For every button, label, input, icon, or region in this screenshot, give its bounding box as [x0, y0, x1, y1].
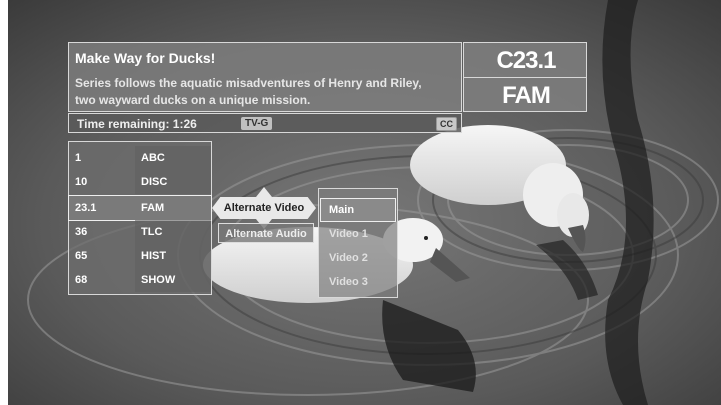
time-remaining: Time remaining: 1:26 [77, 117, 197, 131]
channel-row-36[interactable]: 36 TLC [69, 220, 211, 244]
channel-row-65[interactable]: 65 HIST [69, 244, 211, 268]
program-title: Make Way for Ducks! [75, 50, 216, 66]
alternate-audio-option[interactable]: Alternate Audio [218, 223, 314, 243]
video-option-label: Video 1 [329, 228, 368, 240]
video-option-main[interactable]: Main [320, 198, 396, 222]
channel-row-23-1[interactable]: 23.1 FAM [68, 195, 212, 221]
status-bar: Time remaining: 1:26 TV-G CC [68, 113, 462, 133]
channel-row-name: SHOW [141, 274, 176, 286]
alternate-video-label: Alternate Video [223, 202, 305, 214]
channel-row-number: 1 [75, 152, 82, 164]
current-channel-name: FAM [502, 82, 551, 109]
program-info-panel: Make Way for Ducks! Series follows the a… [68, 42, 462, 112]
video-option-1[interactable]: Video 1 [321, 223, 395, 245]
channel-row-number: 23.1 [75, 202, 97, 214]
video-options-list: Main Video 1 Video 2 Video 3 [318, 188, 398, 298]
video-option-label: Video 3 [329, 276, 368, 288]
divider [464, 77, 586, 78]
channel-list: 1 ABC 10 DISC 23.1 FAM 36 TLC 65 HIST 68… [68, 141, 212, 295]
channel-row-number: 36 [75, 226, 88, 238]
alternate-video-option[interactable]: Alternate Video [212, 197, 316, 219]
channel-row-name: HIST [141, 250, 167, 262]
current-channel-number: C23.1 [496, 47, 556, 74]
video-option-2[interactable]: Video 2 [321, 247, 395, 269]
channel-row-1[interactable]: 1 ABC [69, 146, 211, 170]
channel-row-68[interactable]: 68 SHOW [69, 268, 211, 292]
channel-row-number: 68 [75, 274, 88, 286]
program-description: Series follows the aquatic misadventures… [75, 76, 422, 107]
channel-row-10[interactable]: 10 DISC [69, 170, 211, 194]
channel-row-name: FAM [141, 202, 165, 214]
channel-row-name: TLC [141, 226, 163, 238]
channel-row-name: DISC [141, 176, 168, 188]
alternate-audio-label: Alternate Audio [225, 228, 307, 240]
video-option-label: Video 2 [329, 252, 368, 264]
video-option-label: Main [329, 204, 355, 216]
rating-badge: TV-G [241, 117, 273, 130]
arrow-up-icon[interactable] [256, 187, 272, 197]
video-option-3[interactable]: Video 3 [321, 271, 395, 293]
channel-row-number: 65 [75, 250, 88, 262]
tv-screen: Make Way for Ducks! Series follows the a… [0, 0, 721, 405]
current-channel-box: C23.1 FAM [463, 42, 587, 112]
closed-caption-icon: CC [436, 117, 457, 131]
channel-row-name: ABC [141, 152, 165, 164]
channel-row-number: 10 [75, 176, 88, 188]
